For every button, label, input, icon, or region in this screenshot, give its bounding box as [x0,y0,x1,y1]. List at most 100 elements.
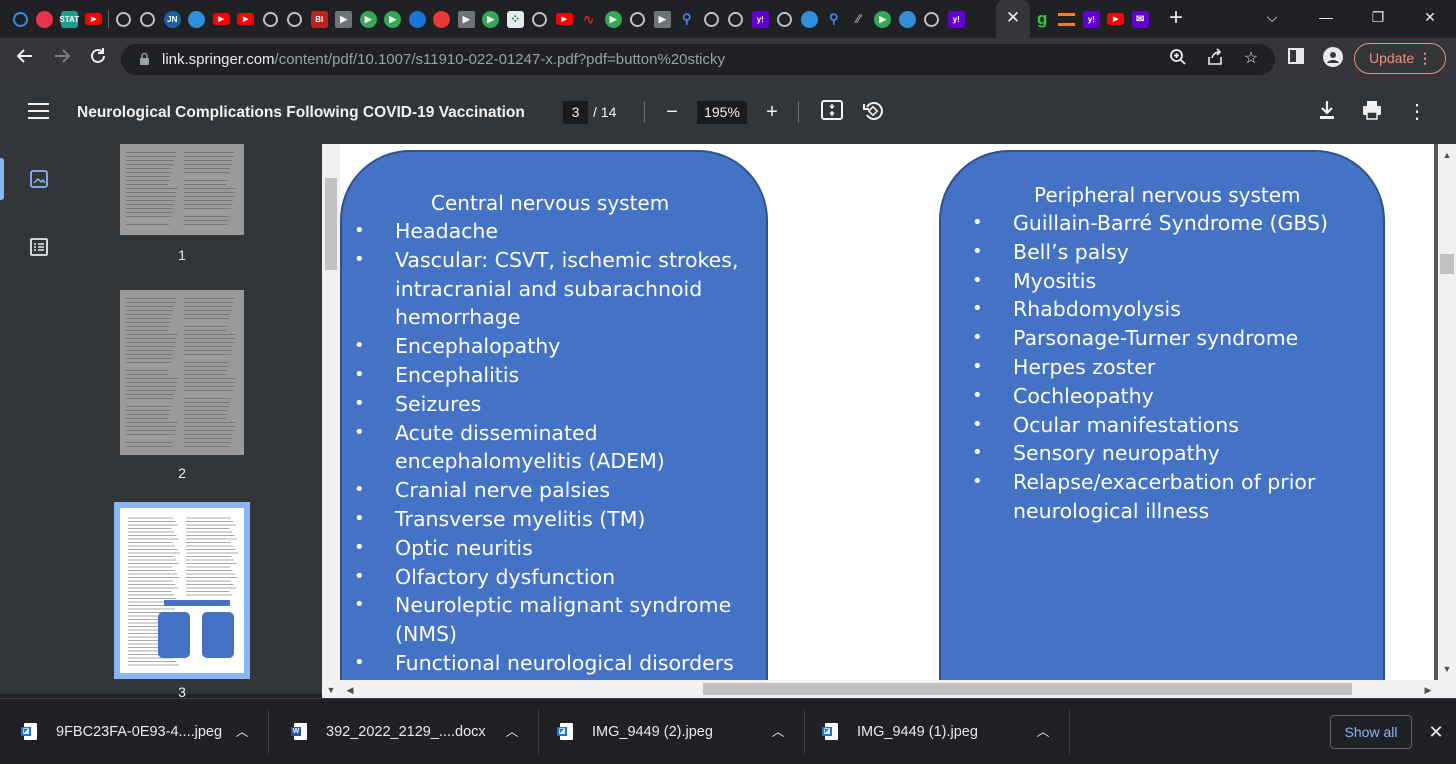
tab-12[interactable]: BI [307,7,332,31]
url-text[interactable]: link.springer.com/content/pdf/10.1007/s1… [162,50,725,70]
tab-after-1[interactable] [1055,7,1080,31]
tab-15[interactable]: ▶ [381,7,406,31]
download-item[interactable]: W 392_2022_2129_....docx ︿ [270,708,535,756]
tab-0[interactable] [8,7,33,31]
tab-4[interactable] [111,7,136,31]
zoom-input[interactable]: 195% [697,101,747,124]
horizontal-scrollbar-thumb[interactable] [703,683,1352,695]
tab-24[interactable]: ▶ [601,7,626,31]
close-download-shelf-icon[interactable]: ✕ [1424,720,1448,744]
side-panel-icon[interactable] [1284,47,1308,71]
youtube-icon: ▶ [237,13,255,25]
zoom-icon[interactable] [1167,48,1189,70]
thumbnail-text-line [184,350,232,351]
tab-26[interactable]: ▶ [650,7,675,31]
minimize-button[interactable]: — [1311,5,1341,29]
outline-icon[interactable] [28,236,50,258]
scroll-up-arrow-icon[interactable]: ▲ [1441,150,1453,160]
thumbnail-page-1[interactable] [120,144,244,235]
tab-27[interactable]: ⚲ [675,7,700,31]
share-icon[interactable] [1204,48,1226,70]
tab-search-chevron-icon[interactable]: ⌵ [1257,5,1287,29]
tab-13[interactable]: ▶ [332,7,357,31]
tab-after-3[interactable]: ▶ [1104,7,1129,31]
tab-2[interactable]: STAT [57,7,82,31]
page-number-input[interactable]: 3 [563,101,588,124]
forward-button[interactable] [49,46,75,72]
thumbnail-page-2[interactable] [120,290,244,455]
menu-icon[interactable] [28,103,49,121]
download-item[interactable]: ◪ 9FBC23FA-0E93-4....jpeg ︿ [0,708,265,756]
tab-16[interactable] [405,7,430,31]
scroll-down-small-icon[interactable]: ▼ [325,685,337,695]
bookmark-star-icon[interactable]: ☆ [1240,48,1262,70]
tab-9[interactable]: ▶ [234,7,259,31]
close-tab-icon[interactable]: ✕ [1004,8,1022,28]
tab-21[interactable] [528,7,553,31]
tab-38[interactable]: y! [944,7,969,31]
tab-35[interactable]: ▶ [871,7,896,31]
tab-32[interactable] [797,7,822,31]
thumbnail-text-line [126,310,173,311]
zoom-out-button[interactable]: − [660,100,684,124]
tab-20[interactable]: ⁘ [503,7,528,31]
show-all-button[interactable]: Show all [1330,715,1412,749]
print-button[interactable] [1360,100,1384,124]
fit-page-button[interactable] [820,100,844,124]
tab-5[interactable] [136,7,161,31]
thumbnail-text-line [126,196,176,197]
tab-3[interactable]: ▶ [82,7,107,31]
profile-icon[interactable] [1321,47,1345,71]
tab-11[interactable] [283,7,308,31]
back-button[interactable] [12,46,38,72]
download-item[interactable]: ◪ IMG_9449 (1).jpeg ︿ [801,708,1066,756]
scroll-down-arrow-icon[interactable]: ▼ [1441,664,1453,674]
tab-18[interactable]: ▶ [454,7,479,31]
lock-icon[interactable] [139,52,150,66]
close-window-button[interactable]: ✕ [1415,5,1445,29]
chevron-up-icon[interactable]: ︿ [232,722,252,742]
tab-after-4[interactable]: ✉ [1128,7,1153,31]
thumbnail-page-3[interactable] [120,508,244,673]
tab-after-2[interactable]: y! [1079,7,1104,31]
rotate-button[interactable] [861,100,885,124]
tab-8[interactable]: ▶ [209,7,234,31]
tab-after-0[interactable]: g [1030,7,1055,31]
tab-36[interactable] [895,7,920,31]
restore-button[interactable]: ❐ [1363,5,1393,29]
new-tab-button[interactable]: + [1163,6,1189,32]
tab-25[interactable] [626,7,651,31]
tab-6[interactable]: JN [160,7,185,31]
vertical-scrollbar-thumb[interactable] [1440,254,1454,274]
tab-22[interactable]: ▶ [552,7,577,31]
scroll-left-arrow-icon[interactable]: ◀ [344,685,356,695]
tab-33[interactable]: ⚲ [822,7,847,31]
tab-31[interactable] [773,7,798,31]
chevron-up-icon[interactable]: ︿ [768,722,788,742]
tab-1[interactable] [33,7,58,31]
tab-37[interactable] [920,7,945,31]
tab-14[interactable]: ▶ [356,7,381,31]
tab-17[interactable] [430,7,455,31]
tab-19[interactable]: ▶ [479,7,504,31]
scroll-right-arrow-icon[interactable]: ▶ [1422,685,1434,695]
thumbnail-text-line [184,180,227,181]
chevron-up-icon[interactable]: ︿ [502,722,522,742]
tab-29[interactable] [724,7,749,31]
left-scrollbar-thumb[interactable] [325,178,337,270]
tab-28[interactable] [699,7,724,31]
tab-30[interactable]: y! [748,7,773,31]
zoom-in-button[interactable]: + [760,100,784,124]
chevron-up-icon[interactable]: ︿ [1033,722,1053,742]
reload-button[interactable] [85,46,111,72]
more-options-icon[interactable]: ⋮ [1405,100,1429,124]
tab-7[interactable] [185,7,210,31]
tab-34[interactable]: ⁄⁄ [846,7,871,31]
download-button[interactable] [1315,100,1339,124]
update-button[interactable]: Update ⋮ [1354,43,1446,74]
download-item[interactable]: ◪ IMG_9449 (2).jpeg ︿ [536,708,801,756]
tab-23[interactable]: ∿ [577,7,602,31]
thumbnails-icon[interactable] [28,168,50,190]
tab-10[interactable] [258,7,283,31]
vertical-scrollbar[interactable] [1438,144,1456,680]
